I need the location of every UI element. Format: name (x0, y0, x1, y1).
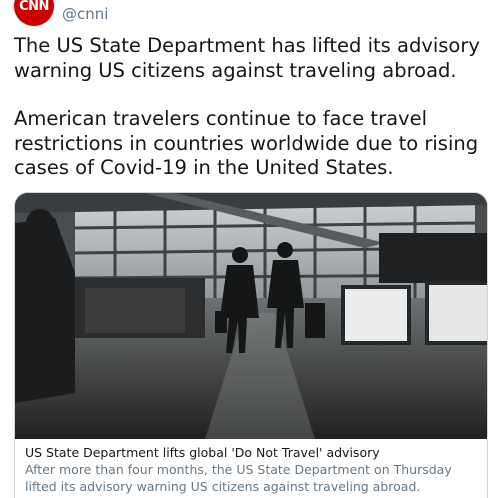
tweet-text: The US State Department has lifted its a… (14, 34, 488, 205)
card-title[interactable]: US State Department lifts global 'Do Not… (25, 445, 380, 460)
link-card[interactable]: US State Department lifts global 'Do Not… (14, 192, 488, 498)
tweet-paragraph: The US State Department has lifted its a… (14, 34, 480, 82)
avatar[interactable]: CNN (14, 0, 54, 26)
account-handle[interactable]: @cnni (62, 5, 108, 23)
tweet-header: CNN @cnni (14, 0, 108, 26)
tweet[interactable]: CNN @cnni The US State Department has li… (0, 0, 500, 498)
avatar-logo-text: CNN (19, 0, 49, 14)
tweet-paragraph: American travelers continue to face trav… (14, 107, 479, 179)
airport-terminal-photo (15, 193, 487, 439)
card-description: After more than four months, the US Stat… (25, 462, 452, 494)
card-image[interactable] (15, 193, 487, 439)
